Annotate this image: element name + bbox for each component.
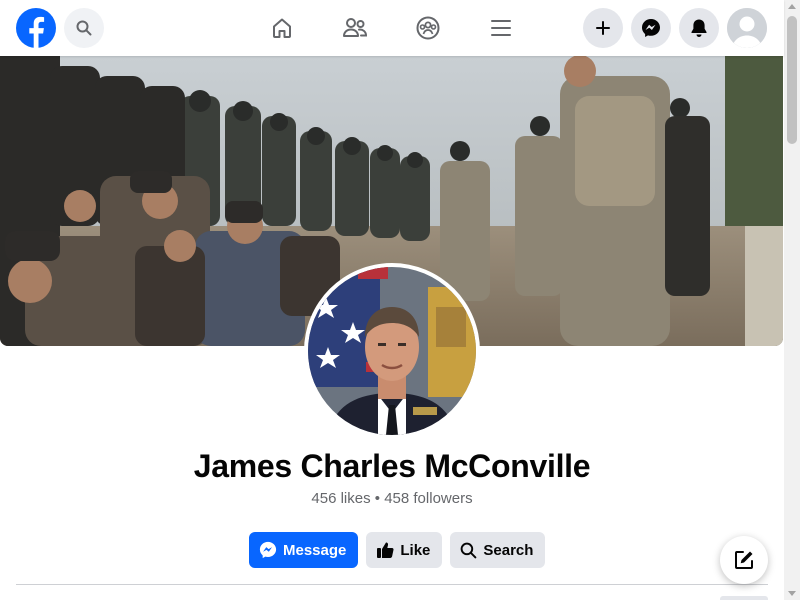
message-button[interactable]: Message	[249, 532, 359, 568]
scroll-down-arrow[interactable]	[788, 591, 796, 596]
search-button-label: Search	[483, 541, 534, 559]
account-avatar[interactable]	[727, 8, 767, 48]
notifications-button[interactable]	[679, 8, 719, 48]
new-message-button[interactable]	[720, 536, 768, 584]
messenger-icon	[642, 19, 660, 37]
search-icon	[76, 20, 92, 36]
section-divider	[16, 584, 768, 585]
compose-icon	[735, 551, 753, 569]
groups-tab[interactable]	[412, 12, 444, 44]
search-page-button[interactable]: Search	[450, 532, 546, 568]
facebook-logo-icon[interactable]	[16, 8, 56, 48]
likes-followers-count[interactable]: 456 likes • 458 followers	[0, 490, 784, 507]
friends-tab[interactable]	[339, 12, 371, 44]
friends-icon	[343, 18, 368, 37]
search-button[interactable]	[64, 8, 104, 48]
create-button[interactable]	[583, 8, 623, 48]
page-title: James Charles McConville	[193, 448, 591, 484]
thumbs-up-icon	[376, 541, 394, 559]
like-button-label: Like	[400, 541, 431, 559]
bell-icon	[691, 19, 707, 37]
profile-actions: Message Like Search	[249, 532, 546, 568]
messenger-icon	[259, 541, 277, 559]
tab-strip-edge	[720, 596, 768, 600]
home-icon	[273, 18, 291, 38]
home-tab[interactable]	[266, 12, 298, 44]
messenger-button[interactable]	[631, 8, 671, 48]
menu-icon	[491, 20, 511, 36]
profile-picture[interactable]	[304, 263, 480, 439]
search-icon	[460, 542, 477, 559]
scroll-up-arrow[interactable]	[788, 4, 796, 9]
page-scrollbar[interactable]	[784, 0, 800, 600]
plus-icon	[596, 21, 610, 35]
top-navigation-bar	[0, 0, 784, 56]
like-button[interactable]: Like	[366, 532, 443, 568]
scrollbar-thumb[interactable]	[787, 16, 797, 144]
menu-tab[interactable]	[485, 12, 517, 44]
message-button-label: Message	[283, 541, 347, 559]
groups-icon	[416, 16, 440, 40]
